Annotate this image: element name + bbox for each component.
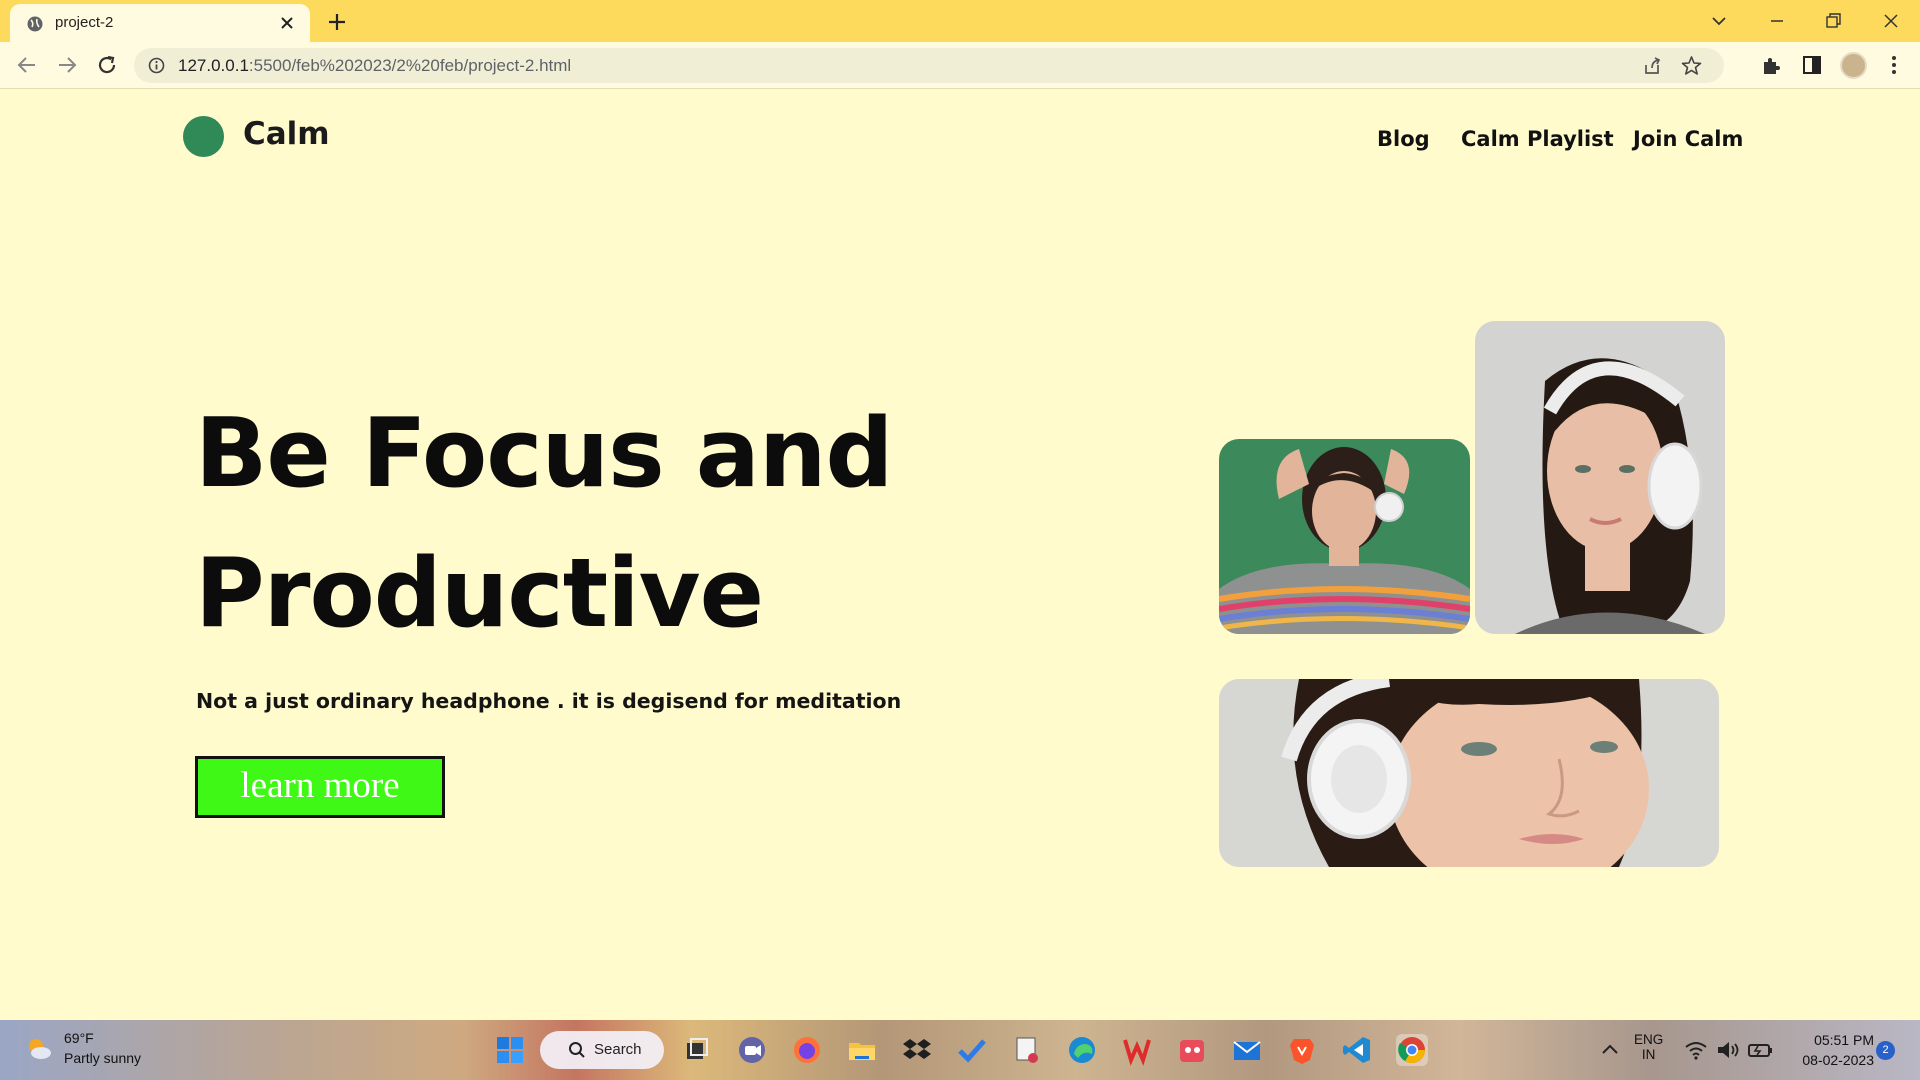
chrome-icon[interactable] (1396, 1034, 1428, 1066)
language-code: ENG (1634, 1032, 1664, 1047)
extensions-icon[interactable] (1760, 53, 1784, 77)
brave-icon[interactable] (1286, 1034, 1318, 1066)
edge-icon[interactable] (1066, 1034, 1098, 1066)
close-tab-icon[interactable] (278, 14, 296, 32)
forward-icon[interactable] (55, 53, 79, 77)
search-label: Search (594, 1041, 642, 1058)
address-bar[interactable]: 127.0.0.1:5500/feb%202023/2%20feb/projec… (134, 48, 1724, 83)
close-window-icon[interactable] (1880, 10, 1902, 32)
hero-subtitle: Not a just ordinary headphone . it is de… (196, 689, 902, 713)
dropbox-icon[interactable] (901, 1034, 933, 1066)
snipping-tool-icon[interactable] (1011, 1034, 1043, 1066)
share-icon[interactable] (1642, 56, 1662, 76)
weather-condition[interactable]: Partly sunny (64, 1050, 141, 1066)
battery-icon[interactable] (1744, 1034, 1776, 1066)
minimize-icon[interactable] (1766, 10, 1788, 32)
notification-badge[interactable]: 2 (1876, 1041, 1895, 1060)
logo-text[interactable]: Calm (243, 116, 330, 152)
side-panel-icon[interactable] (1800, 53, 1824, 77)
chrome-menu-icon[interactable] (1882, 53, 1906, 77)
headphone-photo-closeup (1219, 679, 1719, 867)
region-code: IN (1641, 1047, 1656, 1062)
wifi-icon[interactable] (1680, 1034, 1712, 1066)
reload-icon[interactable] (95, 53, 119, 77)
wps-office-icon[interactable] (1121, 1034, 1153, 1066)
site-info-icon[interactable] (148, 57, 165, 74)
search-icon (569, 1042, 585, 1058)
vscode-icon[interactable] (1341, 1034, 1373, 1066)
logo-circle[interactable] (183, 116, 224, 157)
headphone-photo-sweater (1219, 439, 1470, 634)
tab-title: project-2 (55, 14, 114, 31)
browser-tab-strip: project-2 (0, 0, 1920, 42)
nav-link-blog[interactable]: Blog (1377, 127, 1430, 151)
teams-icon[interactable] (736, 1034, 768, 1066)
url-path: :5500/feb%202023/2%20feb/project-2.html (248, 56, 572, 75)
browser-tab[interactable]: project-2 (10, 4, 310, 42)
clock-time: 05:51 PM (1814, 1032, 1874, 1048)
games-app-icon[interactable] (1176, 1034, 1208, 1066)
file-explorer-icon[interactable] (846, 1034, 878, 1066)
nav-link-join-calm[interactable]: Join Calm (1633, 127, 1743, 151)
volume-icon[interactable] (1712, 1034, 1744, 1066)
restore-icon[interactable] (1822, 10, 1844, 32)
system-clock[interactable]: 05:51 PM 08-02-2023 (1802, 1030, 1874, 1070)
headphone-photo-portrait (1475, 321, 1725, 634)
back-icon[interactable] (15, 53, 39, 77)
language-indicator[interactable]: ENG IN (1634, 1032, 1663, 1062)
profile-avatar[interactable] (1840, 52, 1867, 79)
hero-title: Be Focus and Productive (195, 384, 955, 664)
nav-link-calm-playlist[interactable]: Calm Playlist (1461, 127, 1614, 151)
windows-start-icon[interactable] (494, 1034, 526, 1066)
web-page: Calm Blog Calm Playlist Join Calm Be Foc… (0, 89, 1920, 1020)
url-host: 127.0.0.1 (178, 56, 249, 75)
new-tab-icon[interactable] (326, 11, 348, 33)
todo-icon[interactable] (956, 1034, 988, 1066)
firefox-icon[interactable] (791, 1034, 823, 1066)
hero-title-line-1: Be Focus and (195, 399, 894, 509)
hero-title-line-2: Productive (195, 539, 764, 649)
taskbar-search[interactable]: Search (540, 1031, 664, 1069)
globe-icon (27, 16, 43, 32)
weather-temperature[interactable]: 69°F (64, 1030, 94, 1046)
windows-taskbar: 69°F Partly sunny Search ENG IN 05:51 PM… (0, 1020, 1920, 1080)
chevron-up-icon[interactable] (1594, 1034, 1626, 1066)
url-text: 127.0.0.1:5500/feb%202023/2%20feb/projec… (178, 56, 571, 76)
task-view-icon[interactable] (681, 1034, 713, 1066)
tab-search-icon[interactable] (1708, 10, 1730, 32)
partly-sunny-icon[interactable] (24, 1034, 54, 1064)
bookmark-star-icon[interactable] (1681, 55, 1702, 76)
learn-more-button[interactable]: learn more (195, 756, 445, 818)
browser-toolbar: 127.0.0.1:5500/feb%202023/2%20feb/projec… (0, 42, 1920, 89)
mail-icon[interactable] (1231, 1034, 1263, 1066)
clock-date: 08-02-2023 (1802, 1052, 1874, 1068)
